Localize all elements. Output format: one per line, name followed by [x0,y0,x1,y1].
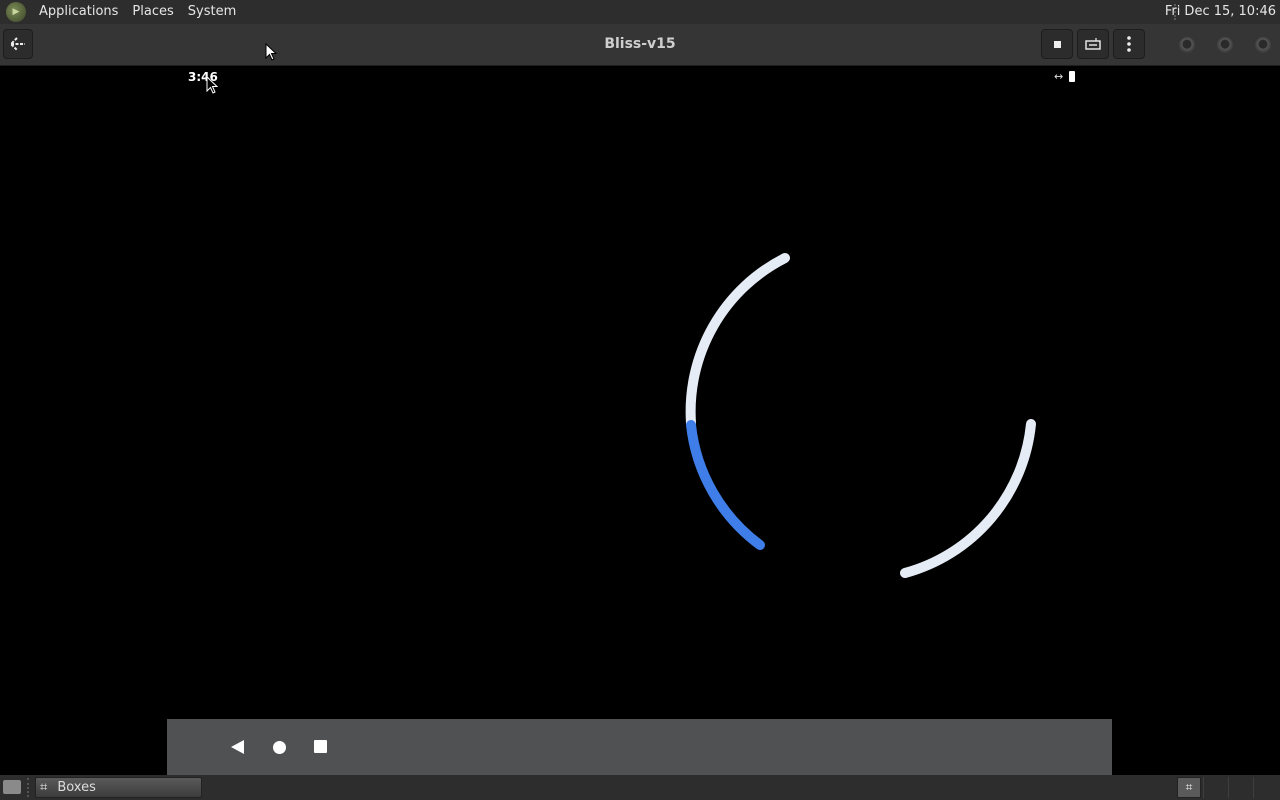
clock[interactable]: Fri Dec 15, 10:46 [1165,0,1276,24]
spinner-arc-right [900,419,1036,578]
show-desktop-icon[interactable] [3,780,21,794]
nav-back-icon[interactable] [231,740,244,754]
workspace-1-button[interactable]: ⌗ [1177,777,1201,798]
boxes-app-icon: ⌗ [40,780,48,795]
nav-home-icon[interactable] [273,741,286,754]
bottom-taskbar: ⌗ Boxes ⌗ [0,775,1280,800]
vm-cursor-icon [206,76,218,94]
top-panel: ▶ Applications Places System Fri Dec 15,… [0,0,1280,24]
close-button[interactable] [1255,37,1271,53]
mouse-cursor-icon [265,43,277,61]
distro-logo-icon[interactable]: ▶ [6,2,26,22]
loading-spinner [685,253,1036,578]
menu-places[interactable]: Places [125,0,180,24]
workspace-icon: ⌗ [1185,780,1193,794]
taskbar-separator [27,778,29,797]
stop-button[interactable] [1041,29,1073,59]
menu-system[interactable]: System [181,0,243,24]
spinner-arc-left [685,253,790,428]
menu-button[interactable] [1113,29,1145,59]
nav-recents-icon[interactable] [314,740,327,753]
workspace-2-button[interactable] [1203,777,1227,798]
keyboard-button[interactable] [1077,29,1109,59]
workspace-3-button[interactable] [1228,777,1252,798]
maximize-button[interactable] [1217,37,1233,53]
taskbar-window-boxes[interactable]: ⌗ Boxes [35,777,202,798]
taskbar-window-label: Boxes [57,780,96,795]
workspace-4-button[interactable] [1253,777,1277,798]
stop-icon [1053,40,1061,48]
menu-applications[interactable]: Applications [32,0,125,24]
keyboard-icon [1085,38,1101,50]
menu-kebab-icon [1127,36,1131,52]
boxes-header-bar: Bliss-v15 [0,24,1280,66]
vm-display[interactable]: 3:46 ↔ [0,66,1280,775]
minimize-button[interactable] [1179,37,1195,53]
android-nav-bar [167,719,1112,775]
spinner-arc-accent [686,420,765,550]
